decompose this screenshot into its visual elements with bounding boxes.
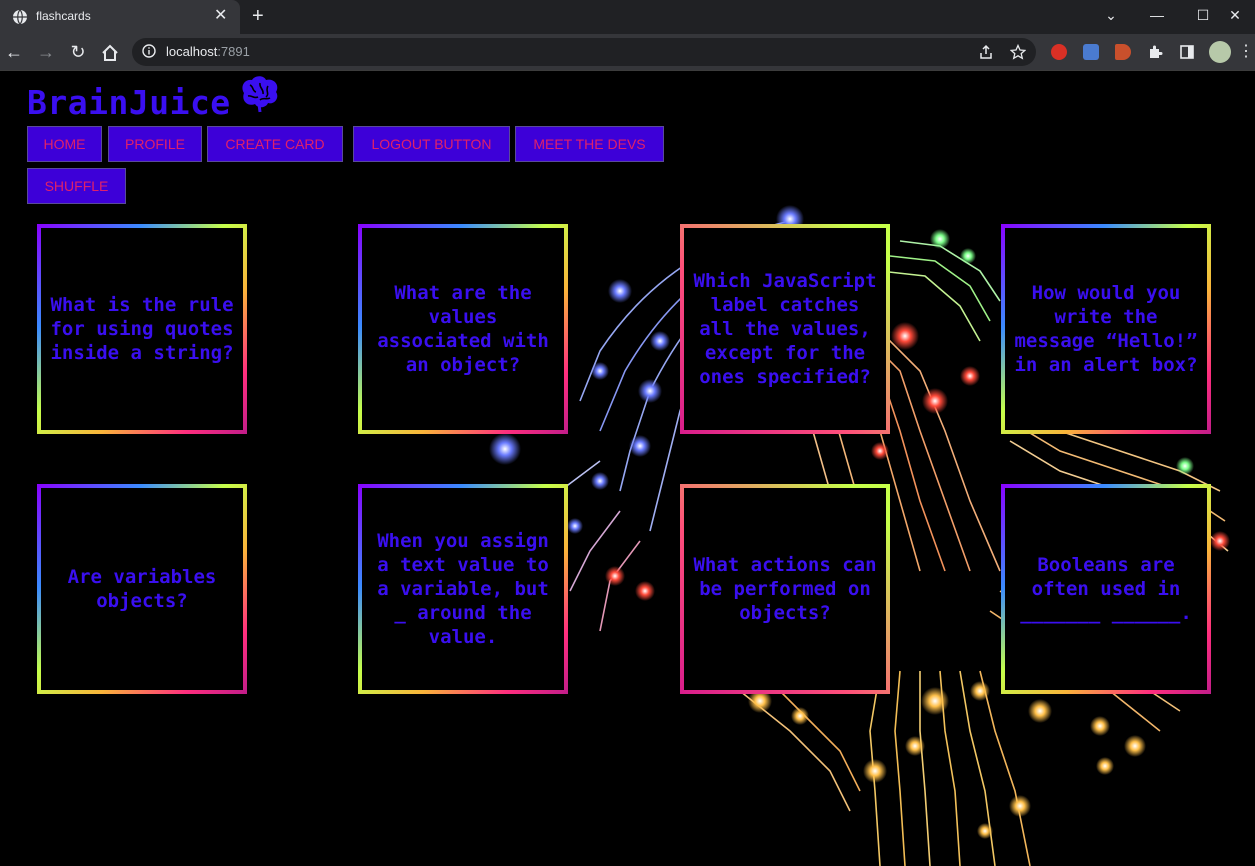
flashcard-question: Booleans are often used in _______ _____…	[1020, 554, 1192, 624]
forward-icon[interactable]: →	[36, 42, 56, 62]
flashcard[interactable]: Which JavaScript label catches all the v…	[680, 224, 890, 434]
page: BrainJuice HOME PROFILE CREATE CARD LOGO…	[0, 71, 1255, 866]
address-bar[interactable]: localhost:7891	[132, 38, 1036, 66]
star-icon[interactable]	[1010, 44, 1026, 60]
shuffle-button[interactable]: SHUFFLE	[27, 168, 126, 204]
reload-icon[interactable]: ↻	[68, 42, 88, 62]
flashcard[interactable]: When you assign a text value to a variab…	[358, 484, 568, 694]
menu-icon[interactable]: ⋮	[1236, 42, 1255, 62]
translate-extension-icon[interactable]	[1083, 44, 1099, 60]
flashcard-question: Which JavaScript label catches all the v…	[693, 270, 877, 388]
create-card-button[interactable]: CREATE CARD	[207, 126, 343, 162]
flashcard[interactable]: Booleans are often used in _______ _____…	[1001, 484, 1211, 694]
info-icon[interactable]	[142, 44, 156, 58]
profile-button[interactable]: PROFILE	[108, 126, 202, 162]
sidebar-icon[interactable]	[1179, 44, 1195, 60]
browser-tab[interactable]: flashcards ✕	[0, 0, 240, 34]
flashcard-question: How would you write the message “Hello!”…	[1014, 282, 1198, 376]
back-icon[interactable]: ←	[4, 42, 24, 62]
url-text: localhost:7891	[166, 44, 250, 59]
flashcard-question: Are variables objects?	[67, 566, 217, 612]
flashcard-question: What actions can be performed on objects…	[693, 554, 877, 624]
minimize-icon[interactable]: —	[1134, 0, 1180, 34]
home-button[interactable]: HOME	[27, 126, 102, 162]
tab-title: flashcards	[36, 9, 91, 23]
meet-the-devs-button[interactable]: MEET THE DEVS	[515, 126, 664, 162]
tab-search-icon[interactable]: ⌄	[1088, 0, 1134, 34]
flashcard-question: What is the rule for using quotes inside…	[50, 294, 234, 364]
window-close-icon[interactable]: ✕	[1215, 0, 1255, 34]
browser-tab-strip: flashcards ✕ + ⌄ — ☐ ✕	[0, 0, 1255, 34]
flashcard-question: When you assign a text value to a variab…	[377, 530, 549, 648]
flashcard[interactable]: Are variables objects?	[37, 484, 247, 694]
logout-button[interactable]: LOGOUT BUTTON	[353, 126, 510, 162]
flashcard[interactable]: What are the values associated with an o…	[358, 224, 568, 434]
flashcard-question: What are the values associated with an o…	[377, 282, 549, 376]
home-icon[interactable]	[100, 43, 120, 63]
share-icon[interactable]	[978, 44, 994, 60]
flashcard[interactable]: How would you write the message “Hello!”…	[1001, 224, 1211, 434]
new-tab-icon[interactable]: +	[252, 6, 264, 26]
browser-toolbar: ← → ↻ localhost:7891 ⋮	[0, 34, 1255, 70]
flashcard[interactable]: What actions can be performed on objects…	[680, 484, 890, 694]
avatar[interactable]	[1209, 41, 1231, 63]
globe-icon	[13, 9, 27, 25]
app-logo[interactable]: BrainJuice	[27, 83, 231, 122]
brain-icon	[242, 76, 278, 113]
puzzle-icon[interactable]	[1147, 44, 1163, 60]
close-icon[interactable]: ✕	[214, 8, 227, 24]
megaphone-extension-icon[interactable]	[1115, 44, 1131, 60]
circuit-brain-background	[489, 205, 1230, 866]
extension-icon[interactable]	[1051, 44, 1067, 60]
flashcard[interactable]: What is the rule for using quotes inside…	[37, 224, 247, 434]
